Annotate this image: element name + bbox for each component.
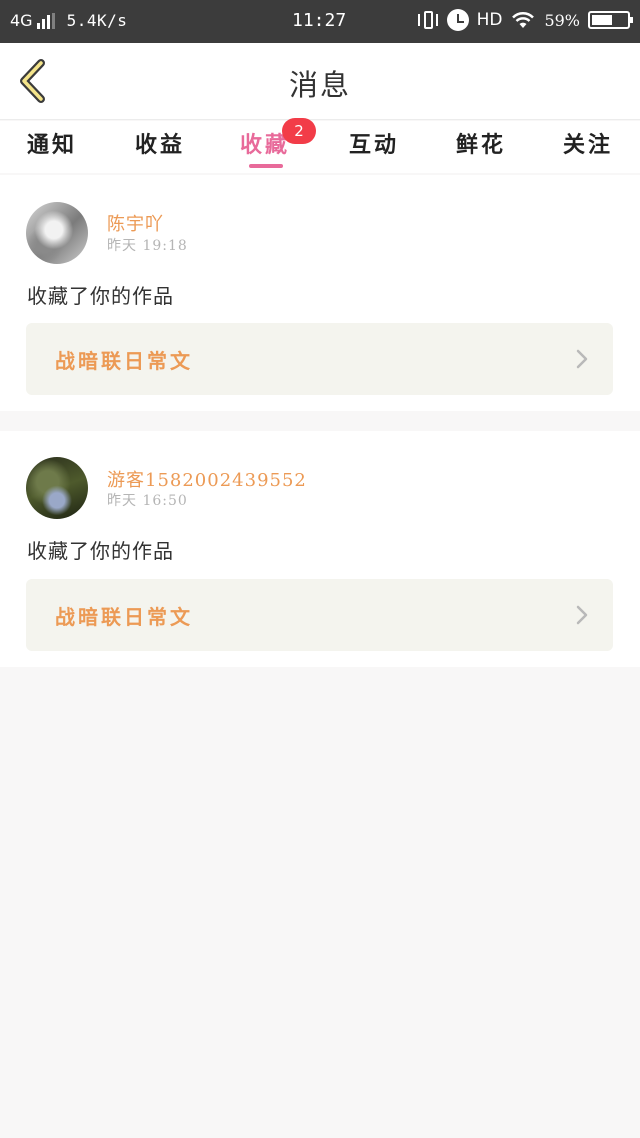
network-type: 4G <box>10 11 33 30</box>
tab-bar: 通知 收益 收藏 2 互动 鲜花 关注 <box>0 118 640 173</box>
hd-indicator: HD <box>476 10 503 30</box>
tab-notifications[interactable]: 通知 <box>12 127 92 169</box>
work-title: 战暗联日常文 <box>55 349 193 373</box>
timestamp: 昨天 16:50 <box>107 493 188 509</box>
work-title: 战暗联日常文 <box>55 605 193 629</box>
action-text: 收藏了你的作品 <box>27 284 174 308</box>
user-name[interactable]: 陈宇吖 <box>107 210 164 236</box>
timestamp: 昨天 19:18 <box>107 238 188 254</box>
alarm-icon <box>446 9 469 31</box>
tab-label: 鲜花 <box>455 132 506 158</box>
work-link[interactable]: 战暗联日常文 <box>26 579 613 651</box>
chevron-right-icon <box>576 605 588 625</box>
status-right: HD 59% <box>417 9 633 31</box>
clock: 11:27 <box>292 10 347 31</box>
tab-earnings[interactable]: 收益 <box>120 127 200 169</box>
notification-card: 陈宇吖 昨天 19:18 收藏了你的作品 战暗联日常文 <box>0 175 640 411</box>
wifi-icon <box>512 12 535 28</box>
chevron-right-icon <box>576 349 588 369</box>
battery-icon <box>588 11 633 29</box>
notification-card: 游客1582002439552 昨天 16:50 收藏了你的作品 战暗联日常文 <box>0 431 640 667</box>
page-title: 消息 <box>288 68 351 102</box>
vibrate-icon <box>417 9 439 31</box>
network-speed: 5.4K/s <box>66 11 128 30</box>
tab-flowers[interactable]: 鲜花 <box>441 127 521 169</box>
tab-label: 收益 <box>134 132 185 158</box>
battery-percent: 59% <box>544 10 580 30</box>
tab-label: 通知 <box>26 132 77 158</box>
tab-label: 关注 <box>562 132 613 158</box>
user-name[interactable]: 游客1582002439552 <box>107 466 307 492</box>
avatar[interactable] <box>26 457 88 519</box>
tab-label: 互动 <box>348 132 399 158</box>
tab-following[interactable]: 关注 <box>548 127 628 169</box>
work-link[interactable]: 战暗联日常文 <box>26 323 613 395</box>
tab-favorites[interactable]: 收藏 2 <box>225 118 316 169</box>
avatar[interactable] <box>26 202 88 264</box>
unread-badge: 2 <box>282 118 316 144</box>
header: 消息 <box>0 43 640 120</box>
action-text: 收藏了你的作品 <box>27 539 174 563</box>
signal-icon <box>36 12 55 29</box>
active-tab-indicator <box>249 164 283 168</box>
tab-interactions[interactable]: 互动 <box>334 127 414 169</box>
status-left: 4G 5.4K/s <box>10 11 127 30</box>
status-bar: 4G 5.4K/s 11:27 HD 59% <box>0 0 640 43</box>
